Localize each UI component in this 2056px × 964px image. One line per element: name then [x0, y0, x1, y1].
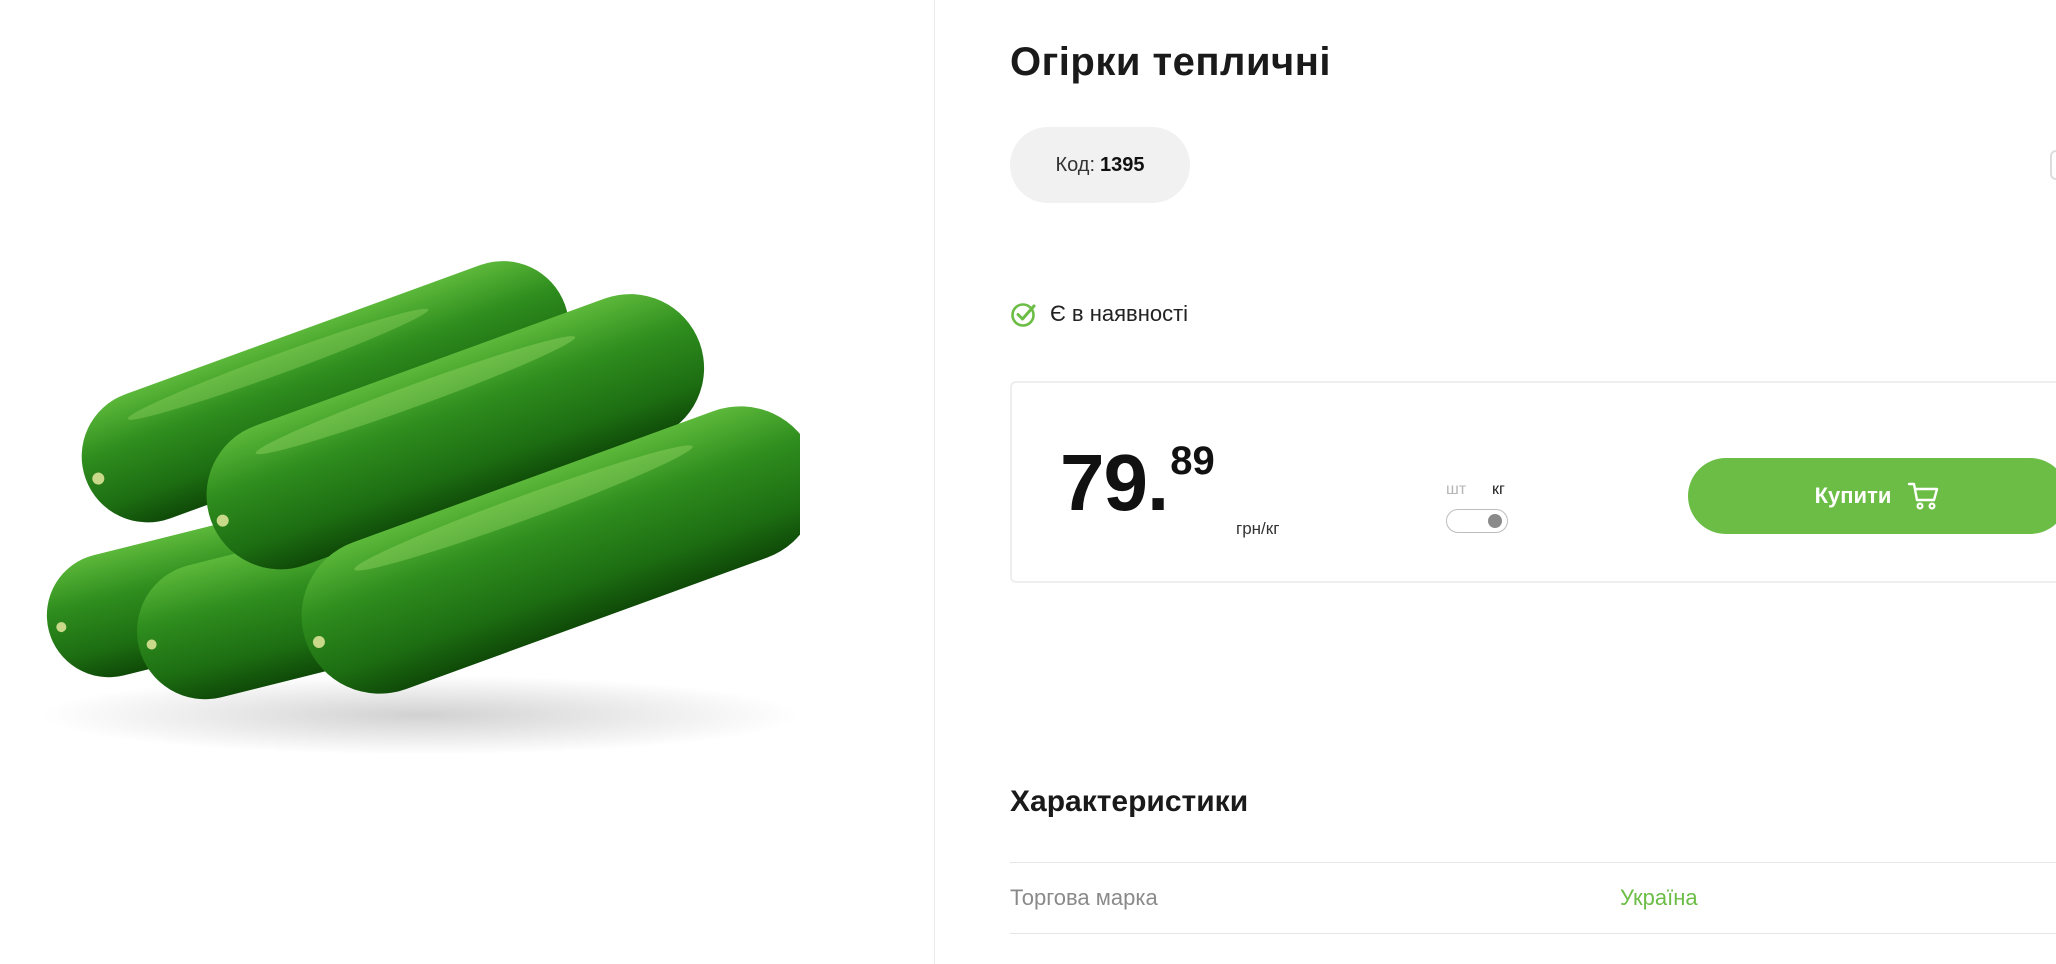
product-page: Огірки тепличні Код: 1395 Є в наявності …	[0, 0, 2056, 964]
product-info-pane: Огірки тепличні Код: 1395 Є в наявності …	[1010, 0, 2056, 964]
specs-title: Характеристики	[1010, 785, 1249, 818]
price-main: 79.	[1060, 438, 1169, 527]
buy-button-label: Купити	[1814, 483, 1892, 508]
unit-toggle[interactable]: шт кг	[1446, 481, 1516, 541]
unit-switch[interactable]	[1446, 509, 1508, 533]
product-code-badge: Код: 1395	[1010, 127, 1190, 203]
spec-label-brand: Торгова марка	[1010, 885, 1158, 910]
buy-button[interactable]: Купити	[1688, 458, 2056, 534]
price-unit: грн/кг	[1236, 519, 1280, 538]
price-card: 79. 89 грн/кг шт кг Купити	[1010, 381, 2056, 583]
price: 79. 89	[1060, 438, 1215, 527]
unit-option-pcs[interactable]: шт	[1446, 481, 1466, 499]
product-image[interactable]	[0, 215, 800, 763]
check-circle-icon	[1011, 303, 1036, 327]
price-cents: 89	[1170, 439, 1215, 483]
product-code-value: 1395	[1100, 153, 1145, 176]
product-title: Огірки тепличні	[1010, 40, 1332, 84]
unit-option-kg[interactable]: кг	[1492, 481, 1505, 499]
product-code-label: Код:	[1055, 153, 1096, 176]
product-image-pane	[0, 0, 935, 964]
availability-status: Є в наявності	[1010, 300, 1188, 328]
favorite-toggle-edge[interactable]	[2050, 150, 2056, 180]
specs-table: Торгова марка Україна	[1010, 862, 2056, 934]
cart-icon	[1908, 482, 1939, 510]
unit-switch-knob	[1488, 514, 1502, 528]
availability-text: Є в наявності	[1050, 301, 1189, 326]
spec-value-brand-link[interactable]: Україна	[1620, 885, 1698, 911]
specs-row: Торгова марка Україна	[1010, 863, 2056, 934]
